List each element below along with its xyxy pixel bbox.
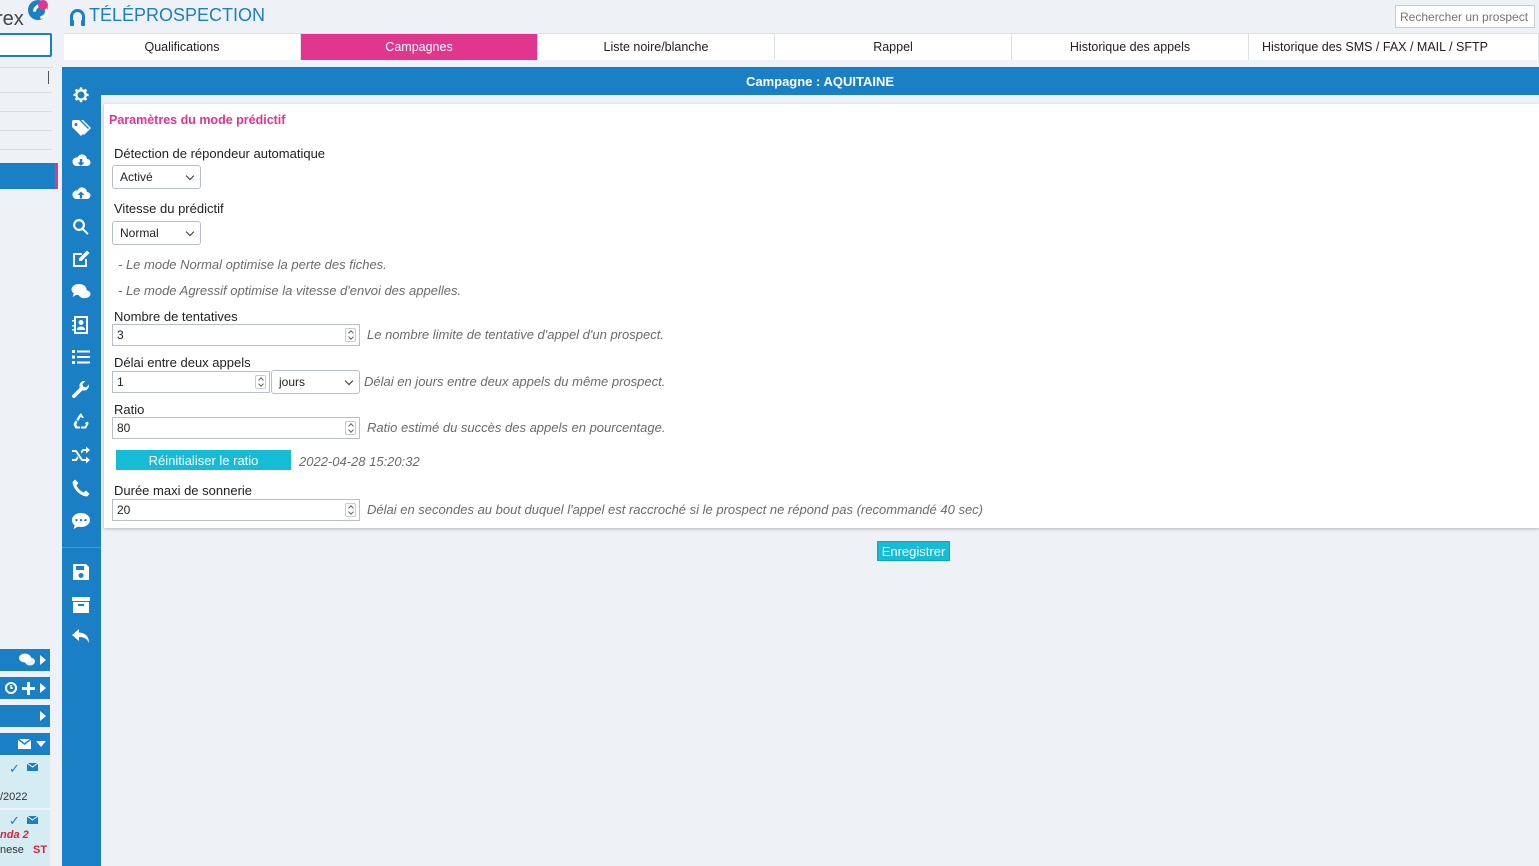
speed-note-normal: - Le mode Normal optimise la perte des f…	[118, 257, 387, 272]
stepper-icon[interactable]	[345, 328, 356, 342]
campaign-header: Campagne : AQUITAINE	[101, 67, 1539, 95]
sms-icon[interactable]	[70, 510, 92, 532]
predictive-settings-card: Paramètres du mode prédictif Détection d…	[104, 104, 1539, 528]
panel-toggle[interactable]	[0, 705, 50, 727]
divider	[0, 67, 52, 68]
detection-select[interactable]: Activé	[112, 165, 201, 189]
check-icon: ✓	[9, 761, 20, 776]
chevron-down-icon	[344, 376, 354, 386]
app-title-text: TÉLÉPROSPECTION	[89, 5, 266, 25]
tab-qualifications[interactable]: Qualifications	[64, 34, 301, 60]
divider	[0, 149, 52, 150]
delay-label: Délai entre deux appels	[114, 355, 251, 370]
cloud-download-icon[interactable]	[70, 150, 92, 172]
speed-note-agressif: - Le mode Agressif optimise la vitesse d…	[118, 283, 462, 298]
attempts-label: Nombre de tentatives	[114, 309, 238, 324]
speed-label: Vitesse du prédictif	[114, 201, 224, 216]
left-sidebar: rex ✓ /2022 ✓ nda 2 nese ST	[0, 0, 58, 866]
recycle-icon[interactable]	[70, 411, 92, 433]
attempts-input[interactable]: 3	[112, 324, 360, 346]
campaign-tools-bar	[62, 67, 101, 866]
ring-label: Durée maxi de sonnerie	[114, 483, 253, 498]
tags-icon[interactable]	[70, 117, 92, 139]
attempts-hint: Le nombre limite de tentative d'appel d'…	[367, 327, 664, 342]
detection-label: Détection de répondeur automatique	[114, 146, 326, 161]
chevron-down-icon	[185, 171, 195, 181]
ring-hint: Délai en secondes au bout duquel l'appel…	[367, 502, 984, 517]
divider	[0, 92, 52, 93]
cloud-upload-icon[interactable]	[70, 183, 92, 205]
resize-handle[interactable]	[48, 71, 49, 84]
logo: rex	[0, 8, 24, 30]
chevron-down-icon	[185, 227, 195, 237]
save-icon[interactable]	[70, 561, 92, 583]
check-icon: ✓	[9, 813, 20, 828]
delay-hint: Délai en jours entre deux appels du même…	[364, 374, 666, 389]
delay-unit-select[interactable]: jours	[271, 370, 360, 394]
headset-icon	[70, 9, 85, 26]
tab-liste-noire-blanche[interactable]: Liste noire/blanche	[538, 34, 775, 60]
list-icon[interactable]	[70, 346, 92, 368]
edit-icon[interactable]	[70, 248, 92, 270]
save-button[interactable]: Enregistrer	[877, 541, 950, 561]
envelope-icon	[27, 763, 38, 771]
mail-panel-toggle[interactable]	[0, 733, 50, 755]
section-title: Paramètres du mode prédictif	[109, 113, 286, 127]
ratio-label: Ratio	[114, 402, 145, 417]
speed-select[interactable]: Normal	[112, 221, 201, 245]
prospect-search-input[interactable]	[1395, 5, 1535, 28]
shuffle-icon[interactable]	[70, 444, 92, 466]
tab-historique-appels[interactable]: Historique des appels	[1012, 34, 1249, 60]
wrench-icon[interactable]	[70, 379, 92, 401]
envelope-icon	[18, 739, 31, 749]
sidebar-item-active[interactable]	[0, 163, 58, 189]
main-tabs: Qualifications Campagnes Liste noire/bla…	[64, 33, 1539, 60]
envelope-icon	[27, 816, 38, 824]
divider	[62, 547, 101, 548]
history-add-panel-toggle[interactable]	[0, 677, 50, 699]
stepper-icon[interactable]	[345, 503, 356, 517]
note-agenda: nda 2	[0, 829, 29, 841]
tab-historique-sms-fax-mail[interactable]: Historique des SMS / FAX / MAIL / SFTP	[1249, 34, 1539, 60]
divider	[0, 111, 52, 112]
contact-card-icon[interactable]	[70, 314, 92, 336]
history-icon	[5, 682, 17, 694]
comments-icon	[19, 653, 35, 666]
delay-input[interactable]: 1	[112, 371, 270, 393]
reset-ratio-button[interactable]: Réinitialiser le ratio	[116, 450, 291, 470]
logo-accent-icon	[38, 0, 48, 10]
reset-timestamp: 2022-04-28 15:20:32	[299, 454, 420, 469]
tab-campagnes[interactable]: Campagnes	[301, 34, 538, 60]
gear-icon[interactable]	[70, 84, 92, 106]
ring-duration-input[interactable]: 20	[112, 499, 360, 521]
undo-icon[interactable]	[70, 626, 92, 648]
sidebar-search-input[interactable]	[0, 33, 52, 57]
note-date: /2022	[0, 791, 28, 803]
archive-icon[interactable]	[70, 594, 92, 616]
comments-icon[interactable]	[70, 281, 92, 303]
note-tag: ST	[33, 844, 48, 856]
ratio-input[interactable]: 80	[112, 417, 360, 439]
note-name: nese	[0, 844, 24, 856]
ratio-hint: Ratio estimé du succès des appels en pou…	[367, 420, 666, 435]
note-card[interactable]: ✓ /2022	[0, 756, 50, 808]
phone-icon[interactable]	[70, 477, 92, 499]
divider	[0, 130, 52, 131]
app-title: TÉLÉPROSPECTION	[70, 5, 265, 26]
tab-rappel[interactable]: Rappel	[775, 34, 1012, 60]
plus-icon	[22, 681, 35, 695]
stepper-icon[interactable]	[255, 375, 266, 389]
note-card[interactable]: ✓ nda 2 nese ST	[0, 810, 50, 866]
search-icon[interactable]	[70, 216, 92, 238]
chat-panel-toggle[interactable]	[0, 649, 50, 671]
stepper-icon[interactable]	[345, 421, 356, 435]
